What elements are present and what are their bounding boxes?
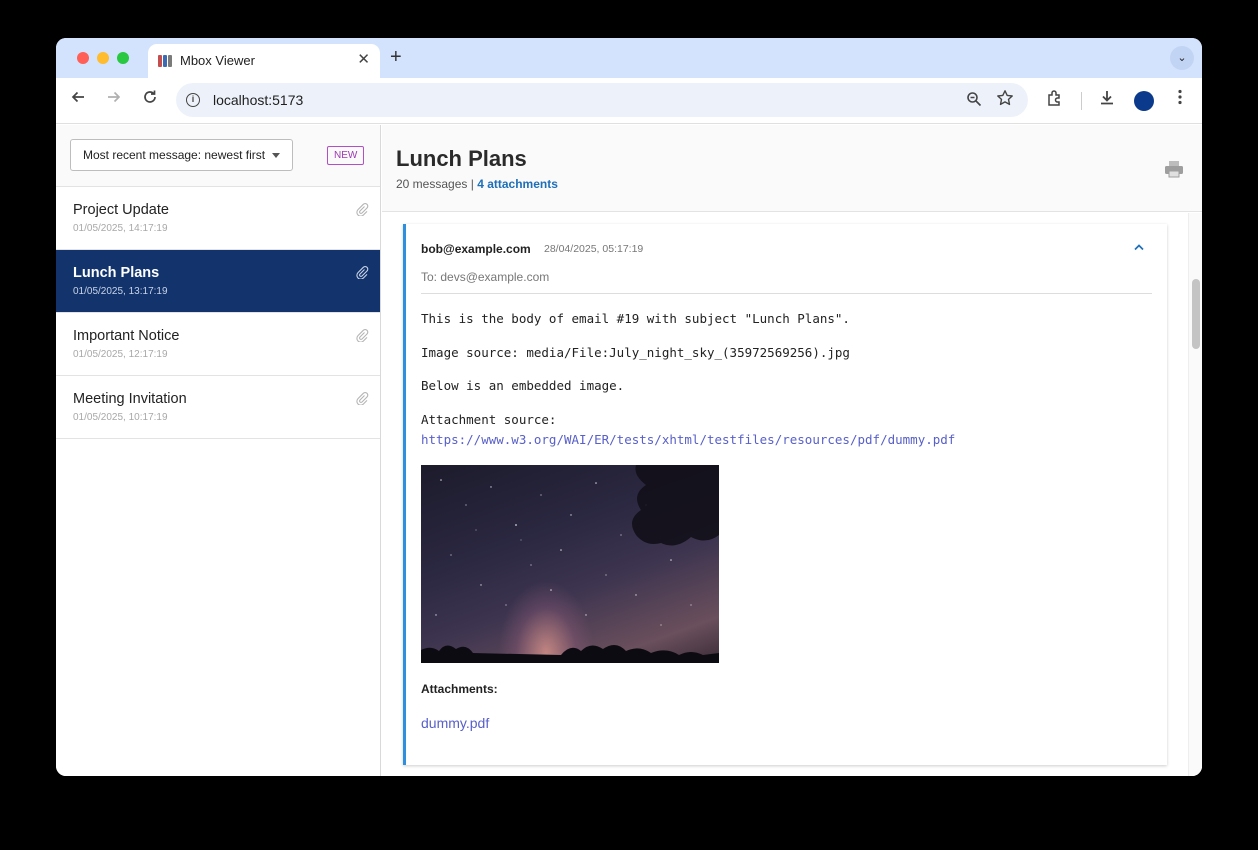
sort-order-select[interactable]: Most recent message: newest first	[70, 139, 293, 171]
profile-avatar[interactable]	[1134, 91, 1154, 111]
address-bar[interactable]: i localhost:5173	[176, 83, 1028, 117]
attachment-source-link[interactable]: https://www.w3.org/WAI/ER/tests/xhtml/te…	[421, 432, 955, 447]
close-window-button[interactable]	[77, 52, 89, 64]
night-sky-artwork	[421, 465, 719, 663]
reload-icon[interactable]	[139, 89, 161, 111]
collapse-chevron-icon[interactable]	[1133, 240, 1145, 254]
sent-date: 28/04/2025, 05:17:19	[544, 243, 644, 255]
body-line: This is the body of email #19 with subje…	[421, 311, 850, 326]
thread-date: 01/05/2025, 13:17:19	[73, 286, 168, 297]
sidebar-header: Most recent message: newest first NEW	[56, 125, 380, 187]
browser-window: Mbox Viewer ✕ + ⌄ i localhost:5173 Most …	[56, 38, 1202, 776]
body-line: Image source: media/File:July_night_sky_…	[421, 345, 850, 360]
paperclip-icon	[355, 202, 369, 217]
dropdown-caret-icon	[272, 153, 280, 158]
attachments-link[interactable]: 4 attachments	[477, 177, 558, 191]
thread-item-important-notice[interactable]: Important Notice 01/05/2025, 12:17:19	[56, 313, 380, 376]
tab-strip: Mbox Viewer ✕ + ⌄	[56, 38, 1202, 78]
zoom-window-button[interactable]	[117, 52, 129, 64]
close-tab-icon[interactable]: ✕	[357, 52, 370, 68]
sort-select-value: Most recent message: newest first	[83, 148, 266, 162]
zoom-icon[interactable]	[966, 91, 982, 111]
message-scrollbar[interactable]	[1188, 213, 1202, 776]
recipient-line: To: devs@example.com	[421, 270, 550, 284]
paperclip-icon	[355, 328, 369, 343]
new-tab-button[interactable]: +	[390, 46, 402, 68]
paperclip-icon	[355, 391, 369, 406]
thread-list-sidebar: Most recent message: newest first NEW Pr…	[56, 125, 381, 776]
tab-title: Mbox Viewer	[180, 53, 255, 68]
minimize-window-button[interactable]	[97, 52, 109, 64]
thread-date: 01/05/2025, 14:17:19	[73, 223, 168, 234]
mailbox-favicon-icon	[158, 55, 172, 67]
print-icon[interactable]	[1164, 160, 1184, 178]
site-info-icon[interactable]: i	[186, 93, 200, 107]
thread-subject: Important Notice	[73, 328, 180, 344]
thread-date: 01/05/2025, 12:17:19	[73, 349, 168, 360]
new-badge[interactable]: NEW	[327, 146, 365, 165]
browser-tab[interactable]: Mbox Viewer ✕	[148, 44, 380, 78]
body-line: Below is an embedded image.	[421, 378, 625, 393]
meta-separator: |	[470, 177, 474, 191]
thread-subject: Project Update	[73, 202, 169, 218]
browser-toolbar: i localhost:5173	[56, 78, 1202, 124]
thread-date: 01/05/2025, 10:17:19	[73, 412, 168, 423]
embedded-night-sky-image	[421, 465, 719, 663]
header-divider	[421, 293, 1152, 294]
forward-arrow-icon[interactable]	[103, 89, 125, 111]
mbox-viewer-app: Most recent message: newest first NEW Pr…	[56, 125, 1202, 776]
download-icon[interactable]	[1096, 89, 1118, 111]
thread-meta: 20 messages | 4 attachments	[396, 177, 558, 191]
thread-item-meeting-invitation[interactable]: Meeting Invitation 01/05/2025, 10:17:19	[56, 376, 380, 439]
bookmark-star-icon[interactable]	[996, 89, 1014, 112]
thread-item-lunch-plans[interactable]: Lunch Plans 01/05/2025, 13:17:19	[56, 250, 380, 313]
thread-header: Lunch Plans 20 messages | 4 attachments	[382, 125, 1202, 212]
extensions-icon[interactable]	[1044, 89, 1066, 111]
toolbar-divider	[1081, 92, 1082, 110]
thread-title: Lunch Plans	[396, 146, 527, 171]
message-count: 20 messages	[396, 177, 468, 191]
thread-subject: Lunch Plans	[73, 265, 160, 281]
attachment-file-link[interactable]: dummy.pdf	[421, 715, 489, 731]
thread-subject: Meeting Invitation	[73, 391, 187, 407]
body-line: Attachment source:	[421, 412, 557, 427]
browser-menu-icon[interactable]	[1169, 89, 1191, 111]
tab-search-chevron-icon[interactable]: ⌄	[1170, 46, 1194, 70]
attachments-heading: Attachments:	[421, 682, 498, 696]
thread-view: Lunch Plans 20 messages | 4 attachments …	[382, 125, 1202, 776]
sender-address: bob@example.com	[421, 242, 531, 256]
scrollbar-thumb[interactable]	[1192, 279, 1200, 349]
thread-item-project-update[interactable]: Project Update 01/05/2025, 14:17:19	[56, 187, 380, 250]
back-arrow-icon[interactable]	[67, 89, 89, 111]
message-card: bob@example.com 28/04/2025, 05:17:19 To:…	[403, 224, 1167, 765]
paperclip-icon	[355, 265, 369, 280]
url-text[interactable]: localhost:5173	[213, 92, 303, 108]
message-scroll-area[interactable]: bob@example.com 28/04/2025, 05:17:19 To:…	[382, 213, 1188, 776]
